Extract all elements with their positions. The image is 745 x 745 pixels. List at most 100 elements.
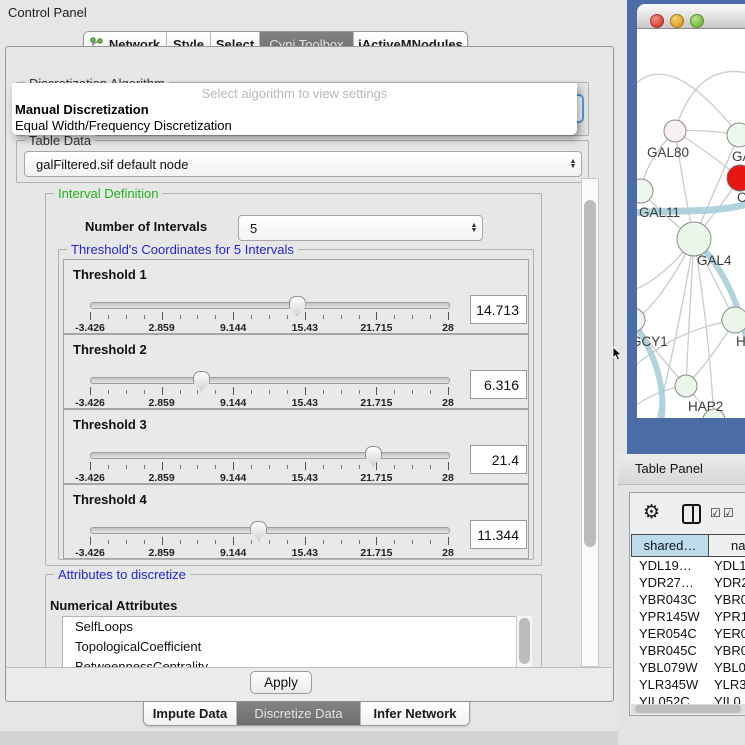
cell[interactable]: YLR3: [714, 676, 745, 693]
cell[interactable]: YDR27…: [631, 574, 714, 591]
node-hap2[interactable]: [675, 375, 697, 397]
zoom-traffic-light-icon[interactable]: [690, 14, 704, 28]
tab-discretize-data[interactable]: Discretize Data: [237, 702, 361, 725]
cell[interactable]: YPR1: [714, 608, 745, 625]
cell[interactable]: YLR345W: [631, 676, 714, 693]
slider-track: [90, 302, 450, 309]
close-traffic-light-icon[interactable]: [650, 14, 664, 28]
algorithm-option-equal-width[interactable]: Equal Width/Frequency Discretization: [15, 118, 232, 133]
table-horizontal-scrollbar-thumb[interactable]: [635, 705, 741, 713]
node-ga[interactable]: [727, 123, 745, 147]
num-intervals-value: 5: [239, 221, 466, 236]
panel-title: Control Panel: [8, 5, 87, 20]
table-data-label: Table Data: [25, 133, 95, 148]
apply-button[interactable]: Apply: [250, 671, 312, 694]
cell[interactable]: YER054C: [631, 625, 714, 642]
table-data-combo-value: galFiltered.sif default node: [25, 157, 565, 172]
threshold-4-slider[interactable]: -3.4262.8599.14415.4321.71528: [90, 523, 448, 557]
table-row[interactable]: YBR045CYBR0: [631, 642, 745, 659]
slider-ticks: [90, 387, 448, 396]
threshold-1-slider[interactable]: -3.4262.8599.14415.4321.71528: [90, 298, 448, 332]
algorithm-hint: Select algorithm to view settings: [12, 86, 577, 101]
threshold-2-label: Threshold 2: [73, 342, 147, 357]
node-gal80[interactable]: [664, 120, 686, 142]
table-row[interactable]: YBR043CYBR0: [631, 591, 745, 608]
table-header: shared… na: [631, 534, 745, 557]
slider-tick-labels: -3.4262.8599.14415.4321.71528: [90, 397, 448, 409]
cell[interactable]: YPR145W: [631, 608, 714, 625]
bottom-tabs: Impute Data Discretize Data Infer Networ…: [143, 702, 470, 726]
nodes[interactable]: [637, 120, 745, 418]
columns-icon[interactable]: [682, 504, 701, 524]
threshold-4-panel: Threshold 4 -3.4262.8599.14415.4321.7152…: [63, 484, 529, 559]
table-row[interactable]: YER054CYER0: [631, 625, 745, 642]
control-panel-titlebar: [0, 0, 618, 26]
network-window-titlebar[interactable]: [637, 4, 745, 29]
label-gal4: GAL4: [697, 253, 732, 268]
cell[interactable]: YBR0: [714, 591, 745, 608]
slider-ticks: [90, 312, 448, 321]
attributes-group-label: Attributes to discretize: [54, 567, 190, 582]
table-rows: YDL19…YDL1 YDR27…YDR2 YBR043CYBR0 YPR145…: [631, 557, 745, 710]
cell[interactable]: YDR2: [714, 574, 745, 591]
node-h[interactable]: [722, 307, 745, 333]
cell[interactable]: YBR045C: [631, 642, 714, 659]
network-canvas[interactable]: GAL80 GA C GAL11 GAL4 GCY1 H HAP2: [637, 29, 745, 418]
cell[interactable]: YDL1: [714, 557, 745, 574]
table-row[interactable]: YDL19…YDL1: [631, 557, 745, 574]
num-intervals-combo[interactable]: 5 ▲▼: [238, 215, 483, 241]
cell[interactable]: YBL079W: [631, 659, 714, 676]
table-row[interactable]: YLR345WYLR3: [631, 676, 745, 693]
table-row[interactable]: YBL079WYBL0: [631, 659, 745, 676]
panel-scrollbar[interactable]: [581, 178, 599, 667]
node-gcy1[interactable]: [637, 308, 645, 332]
algorithm-dropdown-popup: Select algorithm to view settings Manual…: [12, 83, 577, 135]
threshold-2-panel: Threshold 2 -3.4262.8599.14415.4321.7152…: [63, 334, 529, 409]
algorithm-option-manual[interactable]: Manual Discretization: [15, 102, 149, 117]
minimize-traffic-light-icon[interactable]: [670, 14, 684, 28]
threshold-2-value-field[interactable]: 6.316: [470, 370, 527, 399]
tab-impute-data-label: Impute Data: [153, 706, 227, 721]
cell[interactable]: YDL19…: [631, 557, 714, 574]
checkbox-icon[interactable]: ☑: [723, 506, 734, 520]
column-header-shared[interactable]: shared…: [631, 534, 709, 557]
slider-track: [90, 452, 450, 459]
table-row[interactable]: YPR145WYPR1: [631, 608, 745, 625]
label-h: H: [736, 334, 745, 349]
thresholds-group-label: Threshold's Coordinates for 5 Intervals: [67, 242, 298, 257]
node-gal11[interactable]: [637, 179, 653, 203]
label-gal11: GAL11: [639, 205, 680, 220]
cell[interactable]: YER0: [714, 625, 745, 642]
table-data-combo[interactable]: galFiltered.sif default node ▲▼: [24, 151, 582, 177]
list-item[interactable]: SelfLoops: [63, 617, 516, 637]
screen: Control Panel ✕ Network Style Select Cyn…: [0, 0, 745, 745]
tab-impute-data[interactable]: Impute Data: [144, 702, 237, 725]
panel-scrollbar-thumb[interactable]: [584, 200, 596, 547]
slider-track: [90, 377, 450, 384]
threshold-3-slider[interactable]: -3.4262.8599.14415.4321.71528: [90, 448, 448, 482]
table-row[interactable]: YDR27…YDR2: [631, 574, 745, 591]
num-intervals-label: Number of Intervals: [85, 219, 207, 234]
threshold-4-label: Threshold 4: [73, 492, 147, 507]
threshold-1-value-field[interactable]: 14.713: [470, 295, 527, 324]
label-gal80: GAL80: [647, 145, 689, 160]
gear-icon[interactable]: ⚙: [643, 501, 660, 524]
tab-infer-network[interactable]: Infer Network: [361, 702, 469, 725]
threshold-2-slider[interactable]: -3.4262.8599.14415.4321.71528: [90, 373, 448, 407]
cell[interactable]: YBR0: [714, 642, 745, 659]
slider-tick-labels: -3.4262.8599.14415.4321.71528: [90, 472, 448, 484]
slider-ticks: [90, 537, 448, 546]
table-horizontal-scrollbar[interactable]: [631, 704, 745, 714]
column-header-name[interactable]: na: [709, 534, 745, 557]
checkbox-icon[interactable]: ☑: [710, 506, 721, 520]
node-gal4[interactable]: [677, 222, 711, 256]
list-scrollbar-thumb[interactable]: [519, 618, 530, 664]
list-scrollbar[interactable]: [516, 616, 532, 667]
cell[interactable]: YBL0: [714, 659, 745, 676]
numerical-attributes-list[interactable]: SelfLoops TopologicalCoefficient Between…: [62, 616, 517, 669]
list-item[interactable]: TopologicalCoefficient: [63, 637, 516, 657]
table-panel-inner: ⚙ ☑ ☑ shared… na YDL19…YDL1 YDR27…YDR2 Y…: [629, 492, 745, 716]
cell[interactable]: YBR043C: [631, 591, 714, 608]
threshold-3-value-field[interactable]: 21.4: [470, 445, 527, 474]
threshold-4-value-field[interactable]: 11.344: [470, 520, 527, 549]
